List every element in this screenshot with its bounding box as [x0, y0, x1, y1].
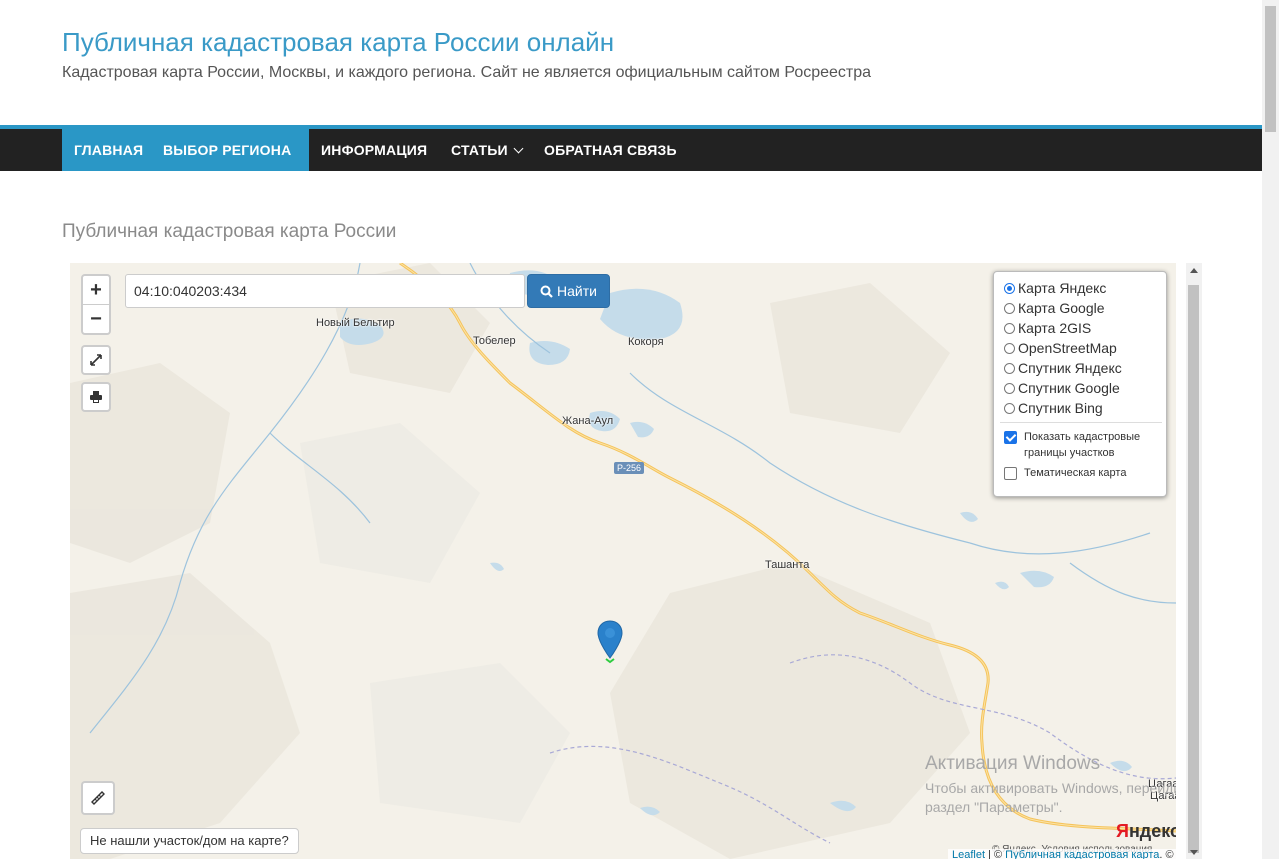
nav-item-articles[interactable]: СТАТЬИ	[439, 129, 534, 171]
layers-divider	[1000, 422, 1162, 423]
leaflet-link[interactable]: Leaflet	[952, 849, 985, 859]
main-navigation: ГЛАВНАЯ ВЫБОР РЕГИОНА ИНФОРМАЦИЯ СТАТЬИ …	[0, 125, 1262, 196]
zoom-control: + −	[81, 274, 111, 335]
layer-label: Спутник Яндекс	[1018, 360, 1122, 376]
measure-button[interactable]	[81, 781, 115, 815]
attribution-separator: | ©	[985, 849, 1006, 859]
cadastral-search-input[interactable]	[125, 274, 525, 308]
nav-label: ВЫБОР РЕГИОНА	[163, 142, 292, 158]
layer-option-openstreetmap[interactable]: OpenStreetMap	[1004, 338, 1117, 358]
overlay-thematic-map[interactable]: Тематическая карта	[1004, 465, 1126, 481]
attribution-tail: . ©	[1159, 849, 1174, 859]
nav-label: ОБРАТНАЯ СВЯЗЬ	[544, 142, 677, 158]
map-container[interactable]: Новый Бельтир Тобелер Кокоря Жана-Аул Р-…	[70, 263, 1176, 859]
nav-label: ИНФОРМАЦИЯ	[321, 142, 428, 158]
layer-label: Карта 2GIS	[1018, 320, 1092, 336]
search-icon	[540, 285, 553, 298]
scroll-down-icon[interactable]	[1190, 850, 1198, 855]
scroll-up-icon[interactable]	[1190, 268, 1198, 273]
layer-option-yandex-satellite[interactable]: Спутник Яндекс	[1004, 358, 1122, 378]
overlay-label: Показать кадастровые границы участков	[1024, 431, 1141, 459]
zoom-in-button[interactable]: +	[83, 276, 109, 305]
nav-item-feedback[interactable]: ОБРАТНАЯ СВЯЗЬ	[532, 129, 689, 171]
fullscreen-button[interactable]	[81, 345, 111, 375]
radio-icon	[1004, 382, 1015, 394]
site-title[interactable]: Публичная кадастровая карта России онлай…	[62, 27, 614, 58]
overlay-cadastral-boundaries[interactable]: Показать кадастровые границы участков	[1004, 429, 1154, 461]
map-label-tobeler: Тобелер	[473, 335, 516, 347]
print-icon	[90, 391, 102, 403]
zoom-out-button[interactable]: −	[83, 305, 109, 333]
nav-label: ГЛАВНАЯ	[74, 142, 144, 158]
radio-icon	[1004, 402, 1015, 414]
radio-selected-icon	[1004, 282, 1015, 294]
cadastral-map-link[interactable]: Публичная кадастровая карта	[1005, 849, 1159, 859]
overlay-label: Тематическая карта	[1024, 467, 1127, 479]
window-scrollbar[interactable]	[1262, 0, 1279, 859]
layer-label: Карта Google	[1018, 300, 1105, 316]
layer-label: Спутник Bing	[1018, 400, 1103, 416]
radio-icon	[1004, 302, 1015, 314]
nav-label: СТАТЬИ	[451, 142, 508, 158]
window-scrollbar-thumb[interactable]	[1265, 6, 1276, 132]
radio-icon	[1004, 342, 1015, 354]
fullscreen-icon	[90, 354, 102, 366]
windows-activation-watermark: Активация Windows Чтобы активировать Win…	[925, 753, 1176, 817]
watermark-title: Активация Windows	[925, 753, 1101, 774]
chevron-down-icon	[168, 185, 179, 196]
nav-item-info[interactable]: ИНФОРМАЦИЯ	[309, 129, 439, 171]
print-button[interactable]	[81, 382, 111, 412]
ruler-icon	[91, 791, 105, 805]
map-scrollbar[interactable]	[1186, 263, 1202, 859]
checkbox-icon	[1004, 467, 1017, 480]
layer-option-google-satellite[interactable]: Спутник Google	[1004, 378, 1120, 398]
layer-option-2gis-map[interactable]: Карта 2GIS	[1004, 318, 1091, 338]
watermark-text: Чтобы активировать Windows, перейдите в …	[925, 780, 1176, 815]
page-heading: Публичная кадастровая карта России	[62, 221, 397, 242]
layer-label: Карта Яндекс	[1018, 280, 1107, 296]
road-number-badge: Р-256	[614, 462, 645, 474]
search-button[interactable]: Найти	[527, 274, 610, 308]
layer-label: Спутник Google	[1018, 380, 1120, 396]
search-button-label: Найти	[557, 283, 597, 299]
site-description: Кадастровая карта России, Москвы, и кажд…	[62, 64, 872, 81]
layer-label: OpenStreetMap	[1018, 340, 1117, 356]
nav-item-region[interactable]: ВЫБОР РЕГИОНА	[151, 129, 309, 196]
map-label-zhana-aul: Жана-Аул	[562, 415, 614, 427]
not-found-button[interactable]: Не нашли участок/дом на карте?	[80, 828, 299, 854]
radio-icon	[1004, 362, 1015, 374]
chevron-down-icon	[513, 143, 524, 154]
yandex-logo: Яндекс	[1116, 821, 1176, 841]
map-attribution: Leaflet | © Публичная кадастровая карта.…	[948, 849, 1176, 859]
map-scrollbar-thumb[interactable]	[1188, 285, 1199, 853]
radio-icon	[1004, 322, 1015, 334]
nav-item-home[interactable]: ГЛАВНАЯ	[62, 129, 151, 171]
map-label-novy-beltir: Новый Бельтир	[316, 317, 395, 329]
layers-panel: Карта Яндекс Карта Google Карта 2GIS Ope…	[993, 271, 1167, 497]
layer-option-yandex-map[interactable]: Карта Яндекс	[1004, 278, 1106, 298]
location-marker-icon[interactable]	[597, 620, 623, 664]
layer-option-bing-satellite[interactable]: Спутник Bing	[1004, 398, 1103, 418]
layer-option-google-map[interactable]: Карта Google	[1004, 298, 1105, 318]
map-label-kokorya: Кокоря	[628, 336, 664, 348]
checkbox-checked-icon	[1004, 431, 1017, 444]
site-header: Публичная кадастровая карта России онлай…	[0, 0, 1262, 125]
map-label-tashanta: Ташанта	[765, 559, 810, 571]
